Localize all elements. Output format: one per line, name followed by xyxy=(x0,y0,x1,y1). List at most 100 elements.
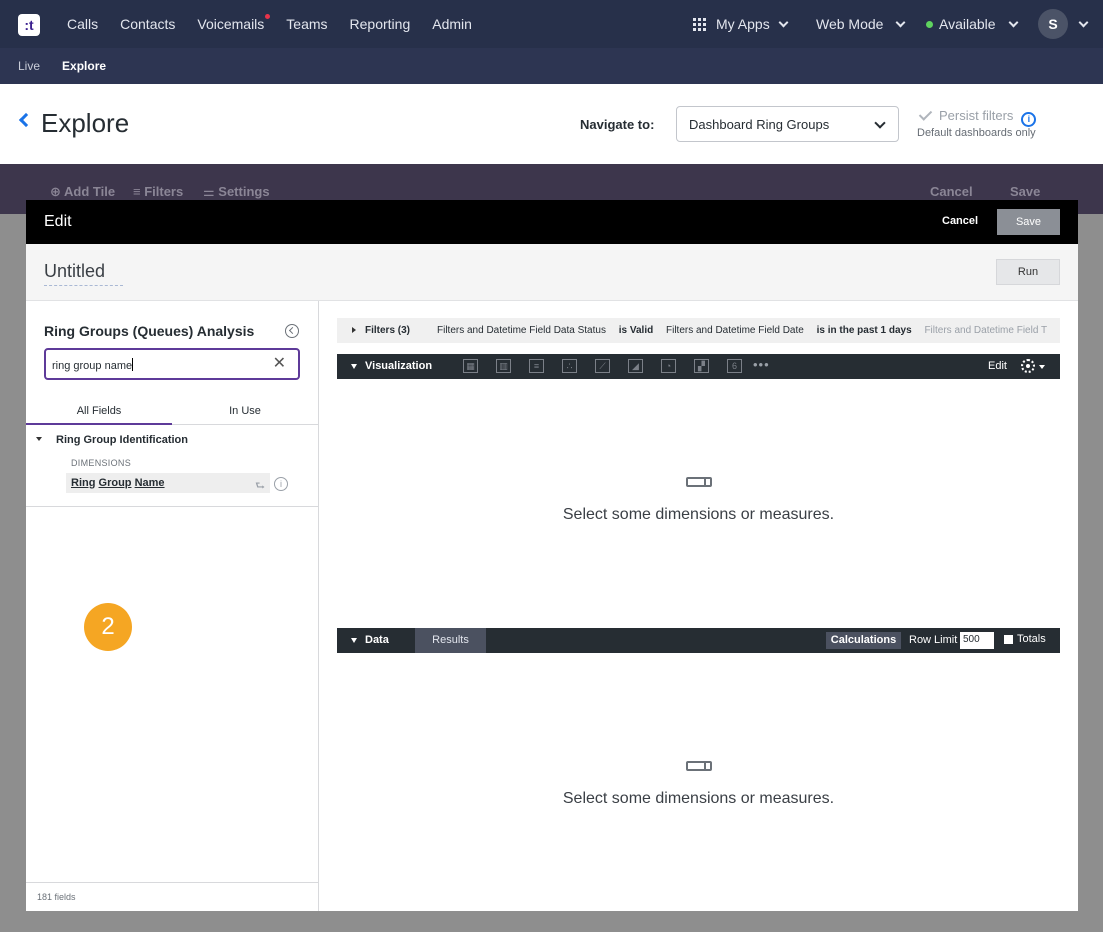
data-label[interactable]: Data xyxy=(365,634,389,646)
save-button[interactable]: Save xyxy=(997,209,1060,235)
chevron-down-icon xyxy=(778,17,789,27)
field-info-icon[interactable]: i xyxy=(274,477,288,491)
app-logo[interactable]: :t xyxy=(18,14,40,36)
modal-title: Edit xyxy=(44,213,72,230)
query-title-bar: Untitled Run xyxy=(26,244,1078,301)
table-icon[interactable]: ▦ xyxy=(463,359,478,373)
visualization-bar: Visualization ▦ ▥ ≡ ∴ ⟋ ◢ ◔ ▞ 6 ••• Edit xyxy=(337,354,1060,379)
bar-chart-icon[interactable]: ≡ xyxy=(529,359,544,373)
nav-contacts[interactable]: Contacts xyxy=(120,16,175,32)
field-search-value: ring group name xyxy=(52,360,133,372)
gear-icon[interactable] xyxy=(1021,359,1035,373)
data-empty-message: Select some dimensions or measures. xyxy=(562,790,835,807)
nav-voicemails[interactable]: Voicemails xyxy=(197,14,271,32)
web-mode-label: Web Mode xyxy=(816,16,884,32)
data-empty-state: Select some dimensions or measures. xyxy=(337,761,1060,808)
line-icon[interactable]: ⟋ xyxy=(595,359,610,373)
dashboard-select[interactable]: Dashboard Ring Groups xyxy=(676,106,899,142)
text-caret xyxy=(132,358,134,371)
chevron-down-icon xyxy=(1008,17,1019,27)
totals-checkbox[interactable] xyxy=(1004,635,1013,644)
field-search-input[interactable]: ring group name ✕ xyxy=(44,348,300,380)
row-limit-label: Row Limit xyxy=(909,634,958,646)
filters-label: Filters (3) xyxy=(365,325,411,336)
persist-filters-checkbox[interactable] xyxy=(917,107,933,123)
nav-reporting[interactable]: Reporting xyxy=(350,16,411,32)
nav-voicemails-label: Voicemails xyxy=(197,16,265,32)
explore-header: Explore Navigate to: Dashboard Ring Grou… xyxy=(0,84,1103,164)
view-group-header[interactable]: Ring Group Identification xyxy=(36,434,188,446)
calculations-button[interactable]: Calculations xyxy=(826,632,901,649)
field-word-name: Name xyxy=(134,477,165,489)
field-item[interactable]: Ring Group Name ⮑ xyxy=(66,473,270,493)
tab-all-fields[interactable]: All Fields xyxy=(26,405,172,425)
sub-nav: Live Explore xyxy=(0,48,1103,84)
area-icon[interactable]: ◢ xyxy=(628,359,643,373)
filter-operator: is in the past 1 days xyxy=(816,325,912,336)
pivot-icon[interactable]: ⮑ xyxy=(255,477,265,496)
dashboard-save-button: Save xyxy=(1010,184,1041,199)
status-menu[interactable]: Available xyxy=(926,0,1019,48)
filter-summary-item: Filters and Datetime Field Date is in th… xyxy=(666,325,912,336)
viz-empty-state: Select some dimensions or measures. xyxy=(337,477,1060,524)
query-title-input[interactable]: Untitled xyxy=(44,261,123,286)
visualization-label[interactable]: Visualization xyxy=(365,360,432,372)
nav-teams[interactable]: Teams xyxy=(286,16,327,32)
filters-bar[interactable]: Filters (3) Filters and Datetime Field D… xyxy=(337,318,1060,343)
clear-search-icon[interactable]: ✕ xyxy=(273,355,286,373)
filter-field: Filters and Datetime Field T xyxy=(924,325,1048,336)
nav-calls[interactable]: Calls xyxy=(67,16,98,32)
apps-grid-icon xyxy=(693,17,706,31)
column-chart-icon[interactable]: ▥ xyxy=(496,359,511,373)
back-chevron-icon[interactable] xyxy=(18,112,34,128)
navigate-to-label: Navigate to: xyxy=(580,117,655,132)
nav-admin[interactable]: Admin xyxy=(432,16,472,32)
caret-down-icon[interactable] xyxy=(1039,365,1045,369)
main-nav: Calls Contacts Voicemails Teams Reportin… xyxy=(67,0,494,48)
chevron-down-icon xyxy=(1078,17,1089,27)
collapse-triangle-icon[interactable] xyxy=(351,364,357,369)
my-apps-menu[interactable]: My Apps xyxy=(693,0,789,48)
row-limit-input[interactable]: 500 xyxy=(960,632,994,649)
totals-label: Totals xyxy=(1017,633,1046,645)
my-apps-label: My Apps xyxy=(716,16,770,32)
view-group-label: Ring Group Identification xyxy=(56,434,188,446)
pie-icon[interactable]: ◔ xyxy=(661,359,676,373)
filters-button: ≡ Filters xyxy=(133,184,184,199)
chevron-down-icon xyxy=(874,117,886,129)
collapse-icon[interactable] xyxy=(285,324,299,338)
info-icon[interactable]: i xyxy=(1021,112,1037,127)
cancel-button[interactable]: Cancel xyxy=(942,215,978,227)
user-menu[interactable]: S xyxy=(1038,0,1089,48)
viz-type-icons: ▦ ▥ ≡ ∴ ⟋ ◢ ◔ ▞ 6 xyxy=(463,359,760,373)
filter-summary: Filters and Datetime Field Data Status i… xyxy=(437,325,1060,336)
scatter-icon[interactable]: ∴ xyxy=(562,359,577,373)
subnav-live[interactable]: Live xyxy=(18,59,40,73)
filter-summary-item: Filters and Datetime Field T xyxy=(924,325,1057,336)
modal-header: Edit Cancel Save xyxy=(26,200,1078,244)
tab-results[interactable]: Results xyxy=(415,628,486,653)
run-button[interactable]: Run xyxy=(996,259,1060,285)
expand-triangle-icon xyxy=(36,437,42,441)
map-icon[interactable]: ▞ xyxy=(694,359,709,373)
explore-name: Ring Groups (Queues) Analysis xyxy=(44,323,255,339)
dashboard-cancel-button: Cancel xyxy=(930,184,973,199)
viz-empty-message: Select some dimensions or measures. xyxy=(562,506,835,523)
settings-label: Settings xyxy=(218,184,270,199)
tab-in-use[interactable]: In Use xyxy=(172,405,318,417)
subnav-explore[interactable]: Explore xyxy=(62,59,106,73)
more-icon[interactable]: ••• xyxy=(753,357,770,372)
dimensions-label: DIMENSIONS xyxy=(71,458,132,468)
step-badge: 2 xyxy=(84,603,132,651)
viz-edit-button[interactable]: Edit xyxy=(988,360,1007,372)
persist-filters: Persist filters i xyxy=(917,107,1037,127)
status-dot-icon xyxy=(926,20,933,28)
field-word-ring: Ring xyxy=(71,477,96,489)
data-bar: Data Results Calculations Row Limit 500 … xyxy=(337,628,1060,653)
web-mode-menu[interactable]: Web Mode xyxy=(816,0,906,48)
collapse-triangle-icon[interactable] xyxy=(351,638,357,643)
status-label: Available xyxy=(939,16,996,32)
flashlight-icon xyxy=(685,761,712,771)
single-value-icon[interactable]: 6 xyxy=(727,359,742,373)
field-tabs: All Fields In Use xyxy=(26,397,319,425)
